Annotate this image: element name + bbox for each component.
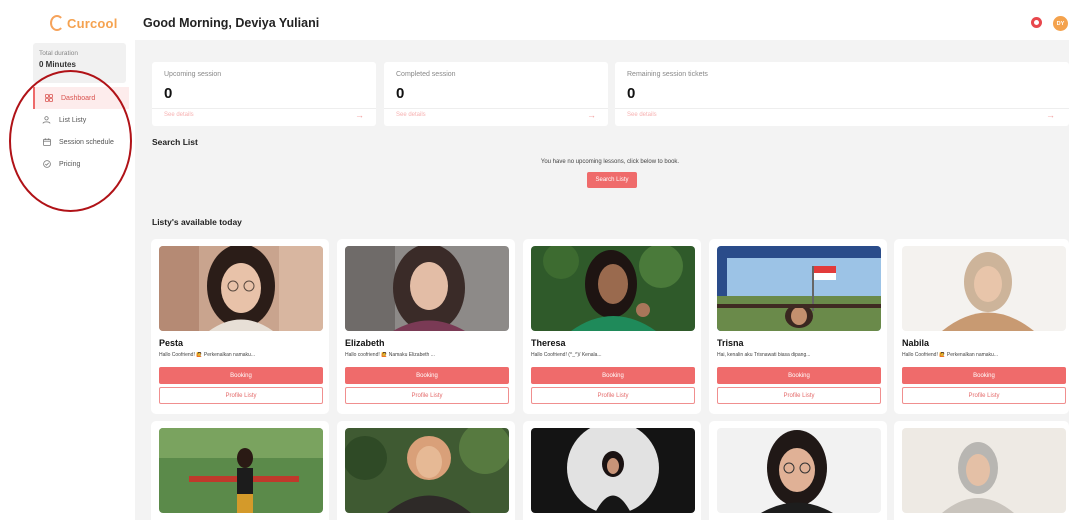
listy-bio: Hallo Coofriend! 🙋 Perkenalkan namaku... bbox=[159, 352, 255, 358]
check-circle-icon bbox=[42, 160, 51, 169]
booking-button[interactable]: Booking bbox=[345, 367, 509, 384]
sidebar-item-label: Session schedule bbox=[59, 138, 114, 146]
listy-photo[interactable] bbox=[345, 428, 509, 513]
divider bbox=[615, 108, 1069, 109]
listy-photo[interactable] bbox=[159, 428, 323, 513]
logo-text: Curcool bbox=[67, 15, 118, 31]
listy-bio: Hai, kenalin aku Trisnawati biasa dipang… bbox=[717, 352, 811, 358]
sidebar-item-label: Dashboard bbox=[61, 94, 96, 102]
top-header: Good Morning, Deviya Yuliani DY bbox=[135, 0, 1069, 40]
sidebar-item-session-schedule[interactable]: Session schedule bbox=[33, 131, 129, 153]
listy-section-title: Listy's available today bbox=[152, 217, 242, 227]
listy-card: Trisna Hai, kenalin aku Trisnawati biasa… bbox=[709, 239, 887, 414]
listy-card bbox=[151, 421, 329, 520]
stat-label: Completed session bbox=[396, 71, 456, 78]
listy-name: Theresa bbox=[531, 338, 566, 348]
booking-button[interactable]: Booking bbox=[159, 367, 323, 384]
listy-photo[interactable] bbox=[531, 246, 695, 331]
divider bbox=[152, 108, 376, 109]
profile-listy-button[interactable]: Profile Listy bbox=[345, 387, 509, 404]
booking-button[interactable]: Booking bbox=[531, 367, 695, 384]
grid-icon bbox=[44, 94, 53, 103]
stat-card-remaining: Remaining session tickets 0 See details … bbox=[615, 62, 1069, 126]
logo-icon bbox=[50, 15, 64, 31]
booking-button[interactable]: Booking bbox=[902, 367, 1066, 384]
empty-state-message: You have no upcoming lessons, click belo… bbox=[540, 159, 680, 165]
stat-card-completed: Completed session 0 See details → bbox=[384, 62, 608, 126]
users-icon bbox=[42, 116, 51, 125]
listy-card: Nabila Hallo Coofriend! 🙋 Perkenalkan na… bbox=[894, 239, 1069, 414]
listy-name: Elizabeth bbox=[345, 338, 385, 348]
listy-card: Theresa Hallo Coofriend! (^_^)/ Kenala..… bbox=[523, 239, 701, 414]
bell-icon[interactable] bbox=[1031, 17, 1042, 28]
sidebar-item-pricing[interactable]: Pricing bbox=[33, 153, 129, 175]
stat-value: 0 bbox=[396, 85, 405, 102]
listy-photo[interactable] bbox=[902, 428, 1066, 513]
see-details-link[interactable]: See details bbox=[627, 112, 657, 118]
sidebar-item-label: Pricing bbox=[59, 160, 81, 168]
app-logo[interactable]: Curcool bbox=[50, 15, 118, 31]
sidebar: Curcool Total duration 0 Minutes Dashboa… bbox=[0, 0, 135, 520]
listy-card bbox=[523, 421, 701, 520]
arrow-right-icon[interactable]: → bbox=[587, 110, 596, 120]
listy-bio: Hallo Coofriend! 🙋 Perkenalkan namaku... bbox=[902, 352, 998, 358]
listy-photo[interactable] bbox=[345, 246, 509, 331]
stat-value: 0 bbox=[627, 85, 636, 102]
arrow-right-icon[interactable]: → bbox=[355, 110, 364, 120]
total-duration-value: 0 Minutes bbox=[39, 60, 76, 69]
listy-photo[interactable] bbox=[717, 246, 881, 331]
calendar-icon bbox=[42, 138, 51, 147]
avatar[interactable]: DY bbox=[1053, 16, 1068, 31]
divider bbox=[384, 108, 608, 109]
arrow-right-icon[interactable]: → bbox=[1046, 110, 1055, 120]
listy-card bbox=[337, 421, 515, 520]
see-details-link[interactable]: See details bbox=[164, 112, 194, 118]
listy-bio: Hallo coofriend! 🙋 Namaku Elizabeth ... bbox=[345, 352, 435, 358]
total-duration-label: Total duration bbox=[39, 50, 79, 57]
stat-value: 0 bbox=[164, 85, 173, 102]
profile-listy-button[interactable]: Profile Listy bbox=[902, 387, 1066, 404]
stat-label: Remaining session tickets bbox=[627, 71, 708, 78]
profile-listy-button[interactable]: Profile Listy bbox=[531, 387, 695, 404]
stat-label: Upcoming session bbox=[164, 71, 222, 78]
total-duration-box: Total duration 0 Minutes bbox=[33, 43, 126, 83]
sidebar-item-list-listy[interactable]: List Listy bbox=[33, 109, 129, 131]
listy-name: Trisna bbox=[717, 338, 744, 348]
listy-photo[interactable] bbox=[159, 246, 323, 331]
listy-name: Pesta bbox=[159, 338, 184, 348]
sidebar-item-dashboard[interactable]: Dashboard bbox=[33, 87, 129, 109]
listy-card bbox=[709, 421, 887, 520]
listy-bio: Hallo Coofriend! (^_^)/ Kenala... bbox=[531, 352, 602, 358]
listy-photo[interactable] bbox=[531, 428, 695, 513]
sidebar-item-label: List Listy bbox=[59, 116, 87, 124]
listy-card: Pesta Hallo Coofriend! 🙋 Perkenalkan nam… bbox=[151, 239, 329, 414]
see-details-link[interactable]: See details bbox=[396, 112, 426, 118]
listy-name: Nabila bbox=[902, 338, 930, 348]
profile-listy-button[interactable]: Profile Listy bbox=[717, 387, 881, 404]
booking-button[interactable]: Booking bbox=[717, 367, 881, 384]
listy-photo[interactable] bbox=[717, 428, 881, 513]
search-listy-button[interactable]: Search Listy bbox=[587, 172, 637, 188]
stat-card-upcoming: Upcoming session 0 See details → bbox=[152, 62, 376, 126]
listy-card: Elizabeth Hallo coofriend! 🙋 Namaku Eliz… bbox=[337, 239, 515, 414]
listy-card bbox=[894, 421, 1069, 520]
sidebar-nav: Dashboard List Listy Session schedule Pr… bbox=[33, 87, 129, 175]
listy-photo[interactable] bbox=[902, 246, 1066, 331]
profile-listy-button[interactable]: Profile Listy bbox=[159, 387, 323, 404]
page-title: Good Morning, Deviya Yuliani bbox=[143, 16, 320, 30]
search-list-title: Search List bbox=[152, 137, 198, 147]
